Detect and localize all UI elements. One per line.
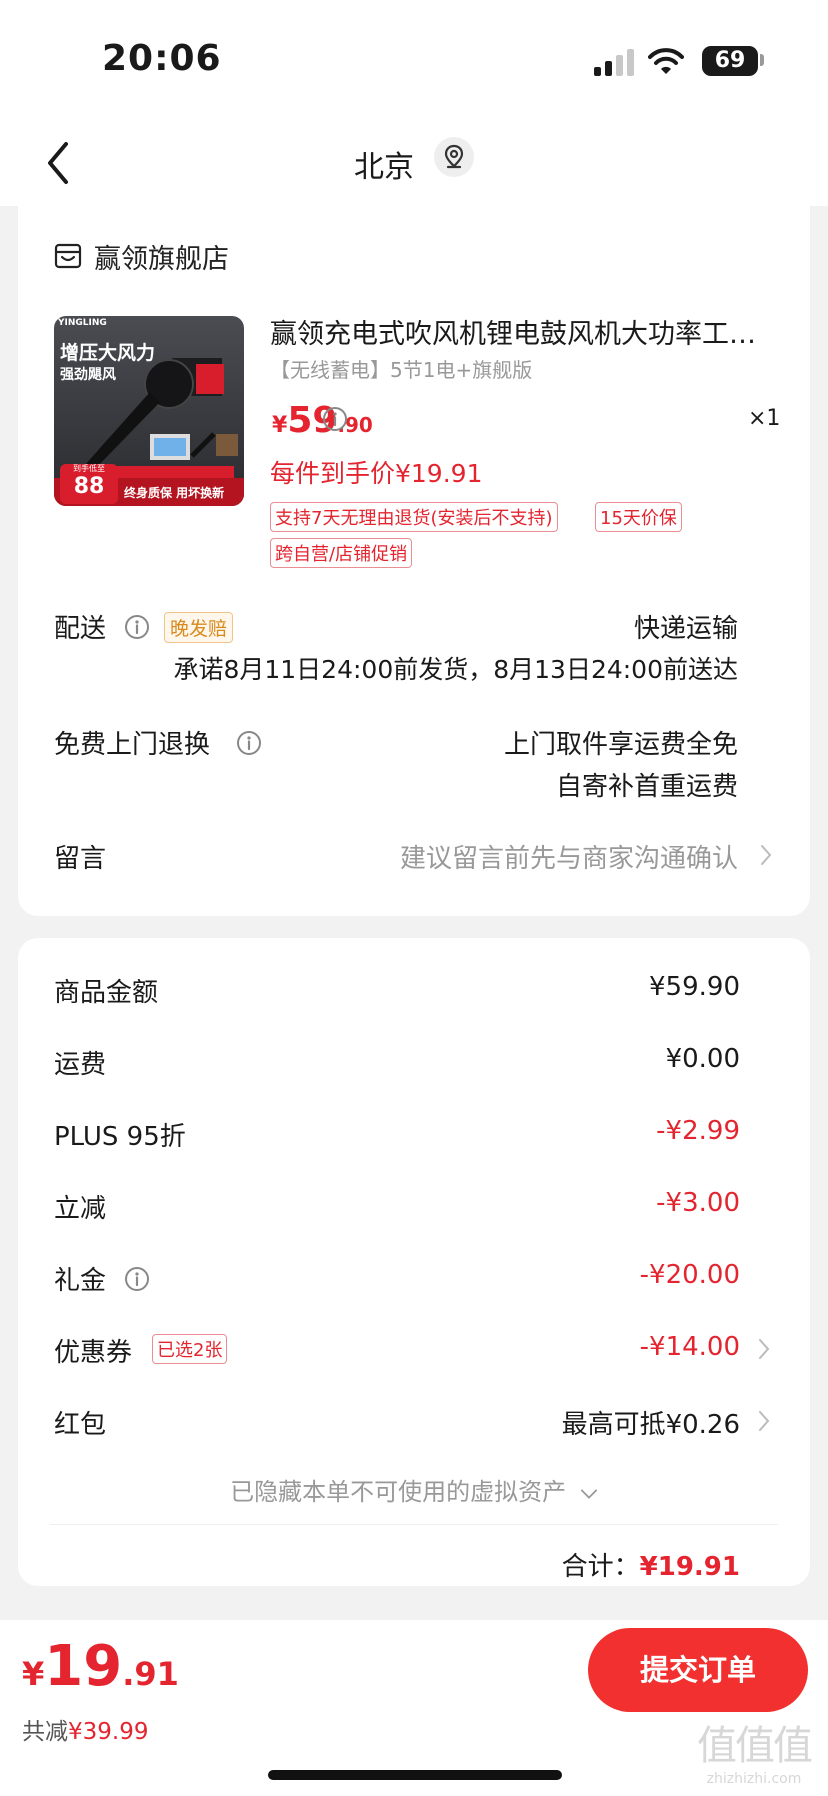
product-spec: 【无线蓄电】5节1电+旗舰版 — [270, 358, 533, 382]
product-image-headline: 增压大风力 — [60, 342, 156, 364]
free-return-label: 免费上门退换 — [54, 730, 211, 760]
plus-discount-label: PLUS 95折 — [54, 1122, 186, 1152]
product-quantity: ×1 — [748, 406, 781, 431]
instant-discount-value: -¥3.00 — [656, 1188, 740, 1218]
plus-discount-value: -¥2.99 — [656, 1116, 740, 1146]
product-name[interactable]: 赢领充电式吹风机锂电鼓风机大功率工… — [270, 312, 790, 351]
summary-divider — [50, 1524, 778, 1525]
note-label: 留言 — [54, 844, 107, 874]
delivery-info-icon[interactable] — [124, 614, 150, 640]
goods-amount-value: ¥59.90 — [649, 972, 740, 1002]
submit-order-button[interactable]: 提交订单 — [588, 1628, 808, 1712]
battery-tip — [760, 54, 764, 66]
delivery-method[interactable]: 快递运输 — [634, 608, 738, 645]
product-image-brand: YINGLING — [58, 318, 107, 328]
home-indicator[interactable] — [268, 1770, 562, 1780]
store-name: 赢领旗舰店 — [94, 243, 229, 275]
nav-bar: 北京 — [0, 120, 828, 206]
note-chevron-right-icon — [761, 845, 772, 865]
battery-icon: 69 — [702, 46, 758, 76]
late-compensation-tag: 晚发赔 — [164, 612, 234, 643]
watermark-url: zhizhizhi.com — [706, 1771, 802, 1787]
coupon-label: 优惠券 — [54, 1338, 133, 1368]
hidden-assets-text: 已隐藏本单不可使用的虚拟资产 — [230, 1478, 567, 1506]
return-line-2: 自寄补首重运费 — [555, 772, 738, 802]
gift-money-value: -¥20.00 — [639, 1260, 740, 1290]
service-tag-price-protect: 15天价保 — [595, 502, 682, 532]
checkout-price-decimal: .91 — [122, 1655, 179, 1693]
product-image-badge-number: 88 — [73, 474, 105, 499]
red-packet-value[interactable]: 最高可抵¥0.26 — [562, 1404, 740, 1441]
saved-label: 共减 — [22, 1719, 68, 1745]
product-image-badge: 到手低至 88 — [60, 464, 118, 504]
order-total: 合计：¥19.91 — [562, 1546, 740, 1583]
location-pin-icon — [444, 144, 464, 169]
note-input[interactable]: 建议留言前先与商家沟通确认 — [400, 838, 738, 875]
price-symbol: ¥ — [272, 413, 288, 438]
product-image-footer: 终身质保 用坏换新 — [124, 486, 225, 500]
saved-value: ¥39.99 — [68, 1719, 149, 1745]
delivery-promise: 承诺8月11日24:00前发货，8月13日24:00前送达 — [173, 655, 738, 684]
checkout-bar: ¥19.91 共减¥39.99 提交订单 值值值 zhizhizhi.com — [0, 1620, 828, 1796]
location-title[interactable]: 北京 — [354, 142, 414, 186]
delivery-label: 配送 — [54, 614, 107, 644]
return-info-icon[interactable] — [236, 730, 262, 756]
product-image-subline: 强劲飓风 — [60, 367, 116, 383]
product-image-badge-label: 到手低至 — [73, 464, 105, 473]
shipping-value: ¥0.00 — [665, 1044, 740, 1074]
order-total-value: ¥19.91 — [639, 1552, 740, 1582]
hidden-assets-toggle[interactable]: 已隐藏本单不可使用的虚拟资产 — [18, 1472, 810, 1507]
product-image[interactable]: YINGLING 增压大风力 强劲飓风 到手低至 88 终身质保 用坏换新 — [54, 316, 244, 506]
service-tag-promo: 跨自营/店铺促销 — [270, 538, 413, 568]
location-pin-button[interactable] — [434, 137, 474, 177]
service-tag-return: 支持7天无理由退货(安装后不支持) — [270, 502, 558, 532]
red-packet-chevron-right-icon[interactable] — [758, 1410, 770, 1432]
order-item-card: 赢领旗舰店 YINGLING 增压大风力 强劲飓风 到手低至 88 终身质保 用… — [18, 206, 810, 916]
checkout-total-price: ¥19.91 — [22, 1634, 179, 1699]
gift-money-label: 礼金 — [54, 1266, 107, 1296]
coupon-chevron-right-icon[interactable] — [758, 1338, 770, 1360]
price-summary-card: 商品金额 ¥59.90 运费 ¥0.00 PLUS 95折 -¥2.99 立减 … — [18, 938, 810, 1586]
coupon-value[interactable]: -¥14.00 — [640, 1332, 740, 1362]
chevron-down-icon — [580, 1489, 597, 1499]
price-info-icon[interactable] — [322, 406, 348, 432]
watermark: 值值值 zhizhizhi.com — [680, 1722, 828, 1796]
checkout-price-integer: 19 — [44, 1634, 123, 1699]
red-packet-label: 红包 — [54, 1410, 107, 1440]
per-unit-price: 每件到手价¥19.91 — [270, 459, 483, 488]
status-time: 20:06 — [102, 38, 222, 79]
return-line-1: 上门取件享运费全免 — [503, 730, 738, 760]
cellular-signal-icon — [594, 48, 636, 76]
gift-info-icon[interactable] — [124, 1266, 150, 1292]
instant-discount-label: 立减 — [54, 1194, 107, 1224]
shipping-label: 运费 — [54, 1050, 107, 1080]
status-bar: 20:06 69 — [0, 0, 828, 120]
store-icon — [54, 243, 82, 269]
store-header[interactable]: 赢领旗舰店 — [54, 236, 229, 276]
goods-amount-label: 商品金额 — [54, 978, 159, 1008]
total-saved: 共减¥39.99 — [22, 1712, 148, 1746]
checkout-price-symbol: ¥ — [22, 1655, 45, 1693]
coupon-selected-tag: 已选2张 — [152, 1334, 228, 1364]
wifi-icon — [648, 48, 684, 74]
order-total-label: 合计： — [561, 1552, 640, 1582]
back-arrow-icon[interactable] — [40, 138, 80, 188]
watermark-logo: 值值值 — [697, 1723, 813, 1769]
